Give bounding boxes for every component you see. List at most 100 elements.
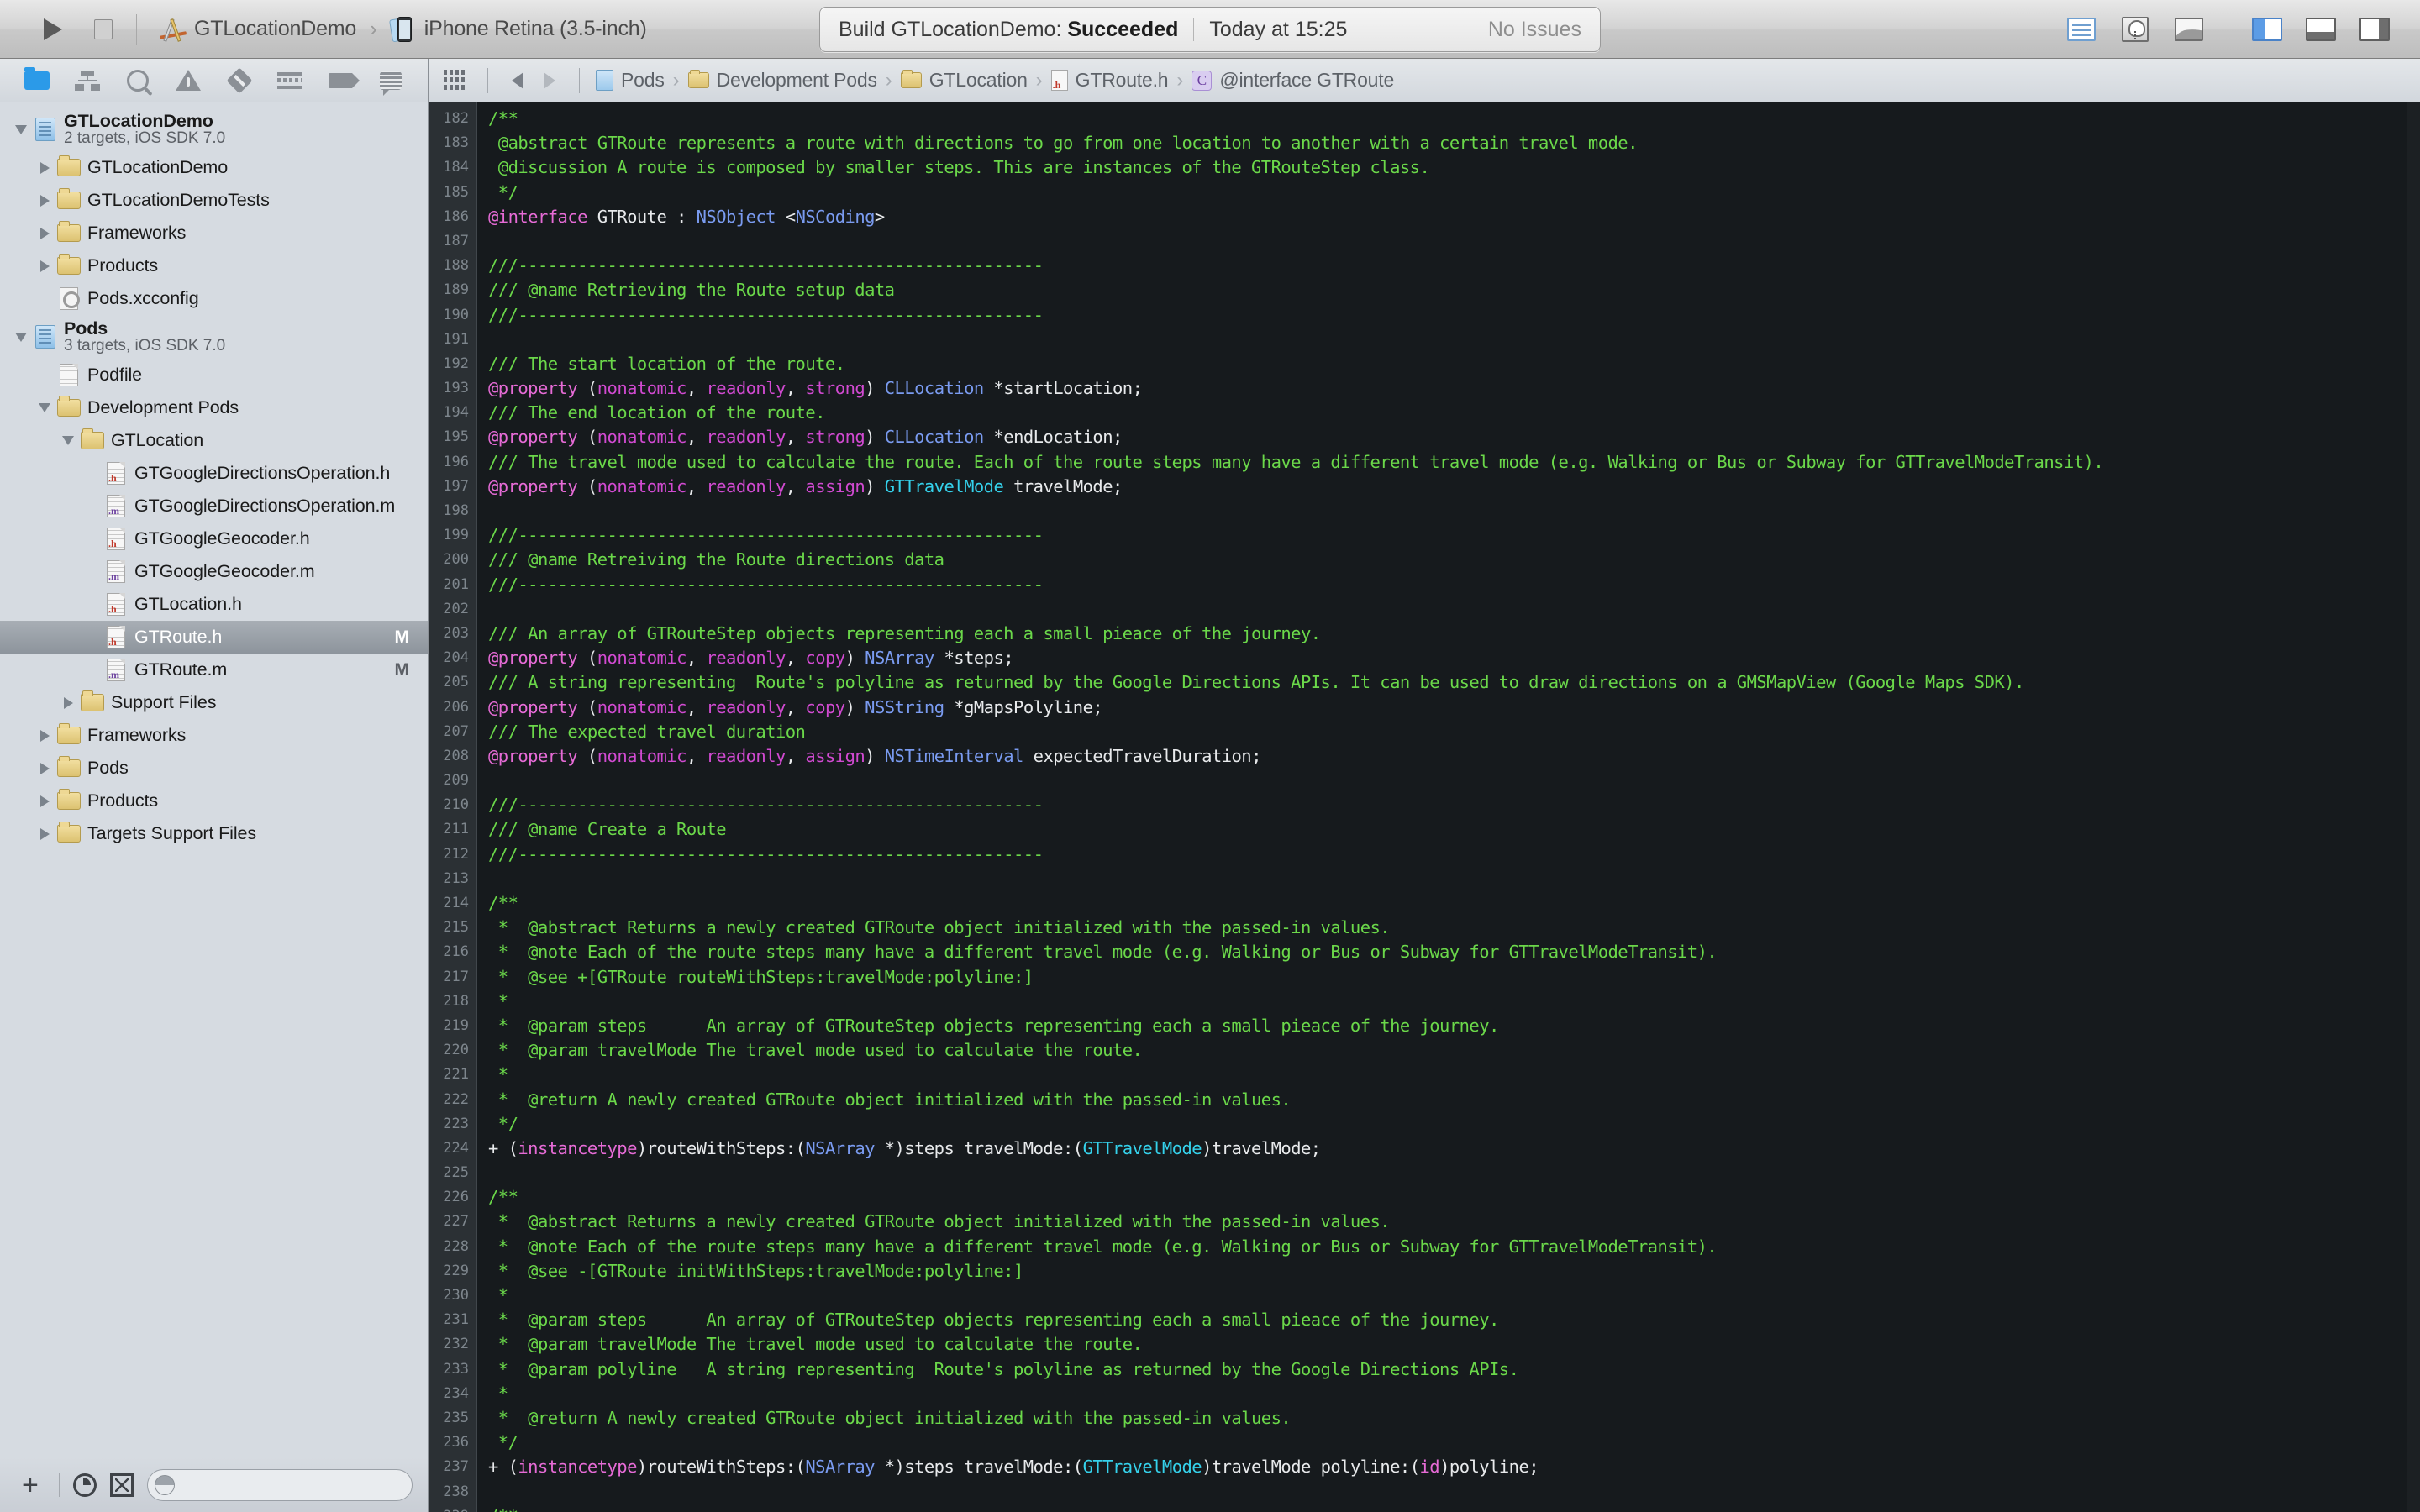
code-line[interactable]: * [488, 1284, 2420, 1308]
code-line[interactable]: ///-------------------------------------… [488, 523, 2420, 548]
code-line[interactable] [488, 769, 2420, 793]
code-line[interactable]: */ [488, 1112, 2420, 1137]
disclosure-triangle-right[interactable] [34, 161, 55, 174]
code-line[interactable]: ///-------------------------------------… [488, 573, 2420, 597]
search-navigator-icon[interactable] [121, 66, 155, 95]
toggle-utilities-button[interactable] [2358, 15, 2391, 44]
code-line[interactable]: /// @name Retrieving the Route setup dat… [488, 278, 2420, 302]
recent-files-icon[interactable] [72, 1473, 97, 1497]
code-line[interactable]: /// The start location of the route. [488, 352, 2420, 376]
version-editor-button[interactable] [2172, 15, 2206, 44]
code-line[interactable]: * @note Each of the route steps many hav… [488, 940, 2420, 964]
disclosure-triangle-right[interactable] [34, 260, 55, 272]
disclosure-triangle-right[interactable] [34, 827, 55, 840]
activity-status-view[interactable]: Build GTLocationDemo: Succeeded Today at… [819, 7, 1601, 52]
code-line[interactable]: /** [488, 107, 2420, 131]
code-line[interactable]: @property (nonatomic, readonly, assign) … [488, 475, 2420, 499]
forward-button-icon[interactable] [544, 71, 555, 89]
assistant-editor-button[interactable] [2118, 15, 2152, 44]
code-line[interactable]: * @param travelMode The travel mode used… [488, 1332, 2420, 1357]
code-line[interactable]: /// The travel mode used to calculate th… [488, 450, 2420, 475]
debug-navigator-icon[interactable] [273, 66, 307, 95]
code-line[interactable]: @property (nonatomic, readonly, assign) … [488, 744, 2420, 769]
code-line[interactable]: * @abstract Returns a newly created GTRo… [488, 1210, 2420, 1234]
code-line[interactable]: @discussion A route is composed by small… [488, 155, 2420, 180]
code-line[interactable]: * @param steps An array of GTRouteStep o… [488, 1014, 2420, 1038]
issue-navigator-icon[interactable] [171, 66, 205, 95]
code-line[interactable]: ///-------------------------------------… [488, 303, 2420, 328]
code-line[interactable]: ///-------------------------------------… [488, 793, 2420, 817]
code-line[interactable]: * [488, 1063, 2420, 1087]
navigator-row[interactable]: Products [0, 249, 428, 282]
navigator-row[interactable]: Targets Support Files [0, 817, 428, 850]
disclosure-triangle-right[interactable] [34, 194, 55, 207]
destination-button[interactable]: iPhone Retina (3.5-inch) [386, 16, 652, 43]
navigator-row[interactable]: Pods.xcconfig [0, 282, 428, 315]
code-line[interactable]: /** [488, 1185, 2420, 1210]
navigator-row[interactable]: .m GTGoogleDirectionsOperation.m [0, 490, 428, 522]
code-line[interactable]: @property (nonatomic, readonly, strong) … [488, 376, 2420, 401]
code-line[interactable]: */ [488, 1431, 2420, 1455]
navigator-row[interactable]: .m GTGoogleGeocoder.m [0, 555, 428, 588]
breadcrumb-item[interactable]: Development Pods [686, 69, 880, 92]
disclosure-triangle-right[interactable] [57, 696, 79, 709]
navigator-row[interactable]: GTLocationDemo 2 targets, iOS SDK 7.0 [0, 108, 428, 151]
navigator-row[interactable]: Support Files [0, 686, 428, 719]
back-button-icon[interactable] [512, 71, 523, 89]
code-line[interactable]: ///-------------------------------------… [488, 254, 2420, 278]
code-line[interactable]: @interface GTRoute : NSObject <NSCoding> [488, 205, 2420, 229]
breadcrumb-item[interactable]: Pods [593, 69, 667, 92]
disclosure-triangle-right[interactable] [34, 762, 55, 774]
disclosure-triangle-right[interactable] [34, 729, 55, 742]
code-line[interactable]: * @see -[GTRoute initWithSteps:travelMod… [488, 1259, 2420, 1284]
code-line[interactable]: /// The end location of the route. [488, 401, 2420, 425]
code-line[interactable]: /// The expected travel duration [488, 720, 2420, 744]
code-line[interactable] [488, 229, 2420, 254]
run-button[interactable] [39, 15, 67, 44]
navigator-row[interactable]: .h GTGoogleDirectionsOperation.h [0, 457, 428, 490]
code-line[interactable]: + (instancetype)routeWithSteps:(NSArray … [488, 1137, 2420, 1161]
code-line[interactable]: * [488, 990, 2420, 1014]
code-line[interactable]: /// @name Create a Route [488, 817, 2420, 842]
source-control-icon[interactable] [109, 1473, 134, 1497]
disclosure-triangle-right[interactable] [34, 227, 55, 239]
navigator-row[interactable]: Pods [0, 752, 428, 785]
disclosure-triangle-right[interactable] [34, 795, 55, 807]
code-line[interactable]: * @param travelMode The travel mode used… [488, 1038, 2420, 1063]
disclosure-triangle-down[interactable] [10, 332, 32, 342]
breadcrumb-item[interactable]: .h GTRoute.h [1049, 69, 1171, 92]
navigator-row[interactable]: Development Pods [0, 391, 428, 424]
navigator-row[interactable]: GTLocation [0, 424, 428, 457]
code-line[interactable]: @property (nonatomic, readonly, copy) NS… [488, 646, 2420, 670]
code-line[interactable]: ///-------------------------------------… [488, 843, 2420, 867]
disclosure-triangle-down[interactable] [10, 124, 32, 134]
navigator-row[interactable]: Products [0, 785, 428, 817]
breakpoint-navigator-icon[interactable] [324, 66, 360, 95]
source-code-area[interactable]: /** @abstract GTRoute represents a route… [477, 102, 2420, 1512]
code-line[interactable]: * @see +[GTRoute routeWithSteps:travelMo… [488, 965, 2420, 990]
code-line[interactable]: * [488, 1382, 2420, 1406]
code-line[interactable]: * @note Each of the route steps many hav… [488, 1235, 2420, 1259]
code-line[interactable] [488, 1480, 2420, 1504]
code-line[interactable]: @property (nonatomic, readonly, strong) … [488, 425, 2420, 449]
related-items-icon[interactable] [444, 69, 466, 92]
symbol-navigator-icon[interactable] [71, 66, 104, 95]
code-line[interactable]: /** [488, 1504, 2420, 1512]
breadcrumb-item[interactable]: GTLocation [898, 69, 1030, 92]
toggle-navigator-button[interactable] [2250, 15, 2284, 44]
navigator-row[interactable]: .h GTLocation.h [0, 588, 428, 621]
project-navigator-tree[interactable]: GTLocationDemo 2 targets, iOS SDK 7.0 GTLo… [0, 102, 428, 1457]
toggle-debug-area-button[interactable] [2304, 15, 2338, 44]
code-line[interactable]: /// An array of GTRouteStep objects repr… [488, 622, 2420, 646]
code-line[interactable]: * @return A newly created GTRoute object… [488, 1406, 2420, 1431]
stop-button[interactable] [89, 15, 118, 44]
navigator-row[interactable]: Frameworks [0, 217, 428, 249]
log-navigator-icon[interactable] [374, 66, 408, 96]
code-line[interactable]: @property (nonatomic, readonly, copy) NS… [488, 696, 2420, 720]
navigator-row[interactable]: GTLocationDemo [0, 151, 428, 184]
code-line[interactable]: * @abstract Returns a newly created GTRo… [488, 916, 2420, 940]
test-navigator-icon[interactable] [223, 66, 256, 95]
code-line[interactable] [488, 328, 2420, 352]
source-editor[interactable]: 182 183 184 185 186 187 188 189 190 191 192 193 194 1… [429, 102, 2420, 1512]
filter-scope-icon[interactable] [154, 1474, 175, 1495]
